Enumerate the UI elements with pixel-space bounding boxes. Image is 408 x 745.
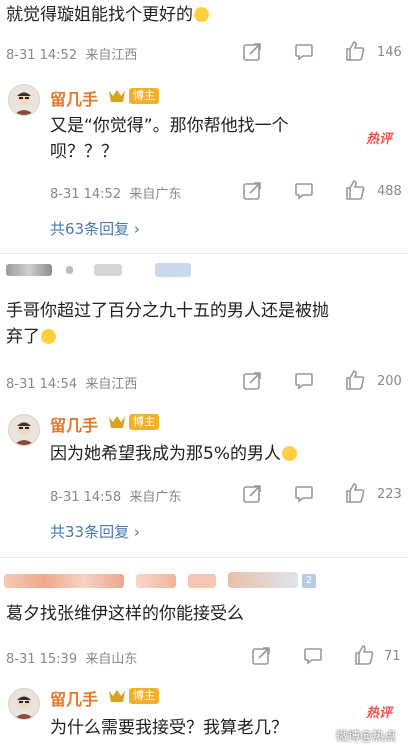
comment-text: 葛夕找张维伊这样的你能接受么	[6, 604, 244, 624]
share-icon[interactable]	[241, 41, 263, 63]
blurred-badge	[228, 572, 298, 588]
timestamp: 8-31 15:39	[6, 652, 78, 667]
reply-meta: 8-31 14:52 来自广东	[50, 183, 181, 202]
comment-icon[interactable]	[293, 370, 315, 392]
origin: 来自广东	[129, 490, 182, 505]
origin: 来自广东	[129, 187, 182, 202]
like-count: 200	[377, 374, 402, 389]
comment-icon[interactable]	[293, 180, 315, 202]
reply-text: 为什么需要我接受？我算老几？	[50, 718, 288, 738]
blurred-username	[4, 574, 124, 588]
reply-text: 又是“你觉得”。那你帮他找一个 呗？？？	[50, 116, 289, 162]
more-replies-link[interactable]: 共63条回复 ›	[50, 218, 140, 239]
like-icon[interactable]	[353, 644, 375, 666]
comment-meta: 8-31 14:54 来自江西	[6, 373, 137, 392]
blurred-username	[94, 264, 122, 276]
like-count: 146	[377, 45, 402, 60]
comment-text: 手哥你超过了百分之九十五的男人还是被抛 弃了	[6, 301, 329, 347]
blogger-badge: 博主	[129, 88, 159, 104]
comment-meta: 8-31 15:39 来自山东	[6, 648, 137, 667]
blurred-badge	[155, 263, 191, 277]
avatar[interactable]	[8, 688, 40, 720]
hot-comment-badge: 热评	[366, 132, 393, 147]
comment-icon[interactable]	[302, 645, 324, 667]
timestamp: 8-31 14:52	[50, 187, 122, 202]
blogger-badge: 博主	[129, 688, 159, 704]
comment-meta: 8-31 14:52 来自江西	[6, 44, 137, 63]
like-count: 71	[384, 649, 401, 664]
origin: 来自江西	[85, 48, 138, 63]
username[interactable]: 留几手	[50, 412, 98, 436]
reply-meta: 8-31 14:58 来自广东	[50, 486, 181, 505]
crown-icon	[109, 90, 125, 102]
avatar-face-icon	[14, 91, 34, 115]
blurred-username	[188, 574, 216, 588]
timestamp: 8-31 14:54	[6, 377, 78, 392]
blurred-username	[6, 264, 52, 276]
crown-icon	[109, 690, 125, 702]
username[interactable]: 留几手	[50, 86, 98, 110]
blurred-username	[66, 266, 73, 274]
comment-icon[interactable]	[293, 483, 315, 505]
crown-icon	[109, 416, 125, 428]
origin: 来自江西	[85, 377, 138, 392]
like-icon[interactable]	[344, 482, 366, 504]
share-icon[interactable]	[241, 180, 263, 202]
avatar[interactable]	[8, 414, 40, 446]
like-count: 488	[377, 184, 402, 199]
timestamp: 8-31 14:58	[50, 490, 122, 505]
level-badge: 2	[302, 574, 316, 588]
like-icon[interactable]	[344, 179, 366, 201]
avatar-face-icon	[14, 421, 34, 445]
divider	[0, 557, 408, 558]
avatar[interactable]	[8, 84, 40, 116]
like-icon[interactable]	[344, 40, 366, 62]
reply-text: 因为她希望我成为那5%的男人	[50, 441, 297, 467]
crying-emoji-icon	[41, 329, 56, 344]
share-icon[interactable]	[250, 645, 272, 667]
comment-icon[interactable]	[293, 41, 315, 63]
avatar-face-icon	[14, 695, 34, 719]
username[interactable]: 留几手	[50, 686, 98, 710]
share-icon[interactable]	[241, 483, 263, 505]
hot-comment-badge: 热评	[366, 706, 393, 721]
divider	[0, 253, 408, 254]
share-icon[interactable]	[241, 370, 263, 392]
like-icon[interactable]	[344, 369, 366, 391]
like-count: 223	[377, 487, 402, 502]
blogger-badge: 博主	[129, 414, 159, 430]
laugh-emoji-icon	[194, 7, 209, 22]
timestamp: 8-31 14:52	[6, 48, 78, 63]
origin: 来自山东	[85, 652, 138, 667]
watermark: 微博@热点	[336, 729, 397, 743]
blurred-username	[136, 574, 176, 588]
more-replies-link[interactable]: 共33条回复 ›	[50, 521, 140, 542]
comment-text: 就觉得璇姐能找个更好的	[6, 2, 209, 28]
crying-emoji-icon	[281, 446, 297, 461]
